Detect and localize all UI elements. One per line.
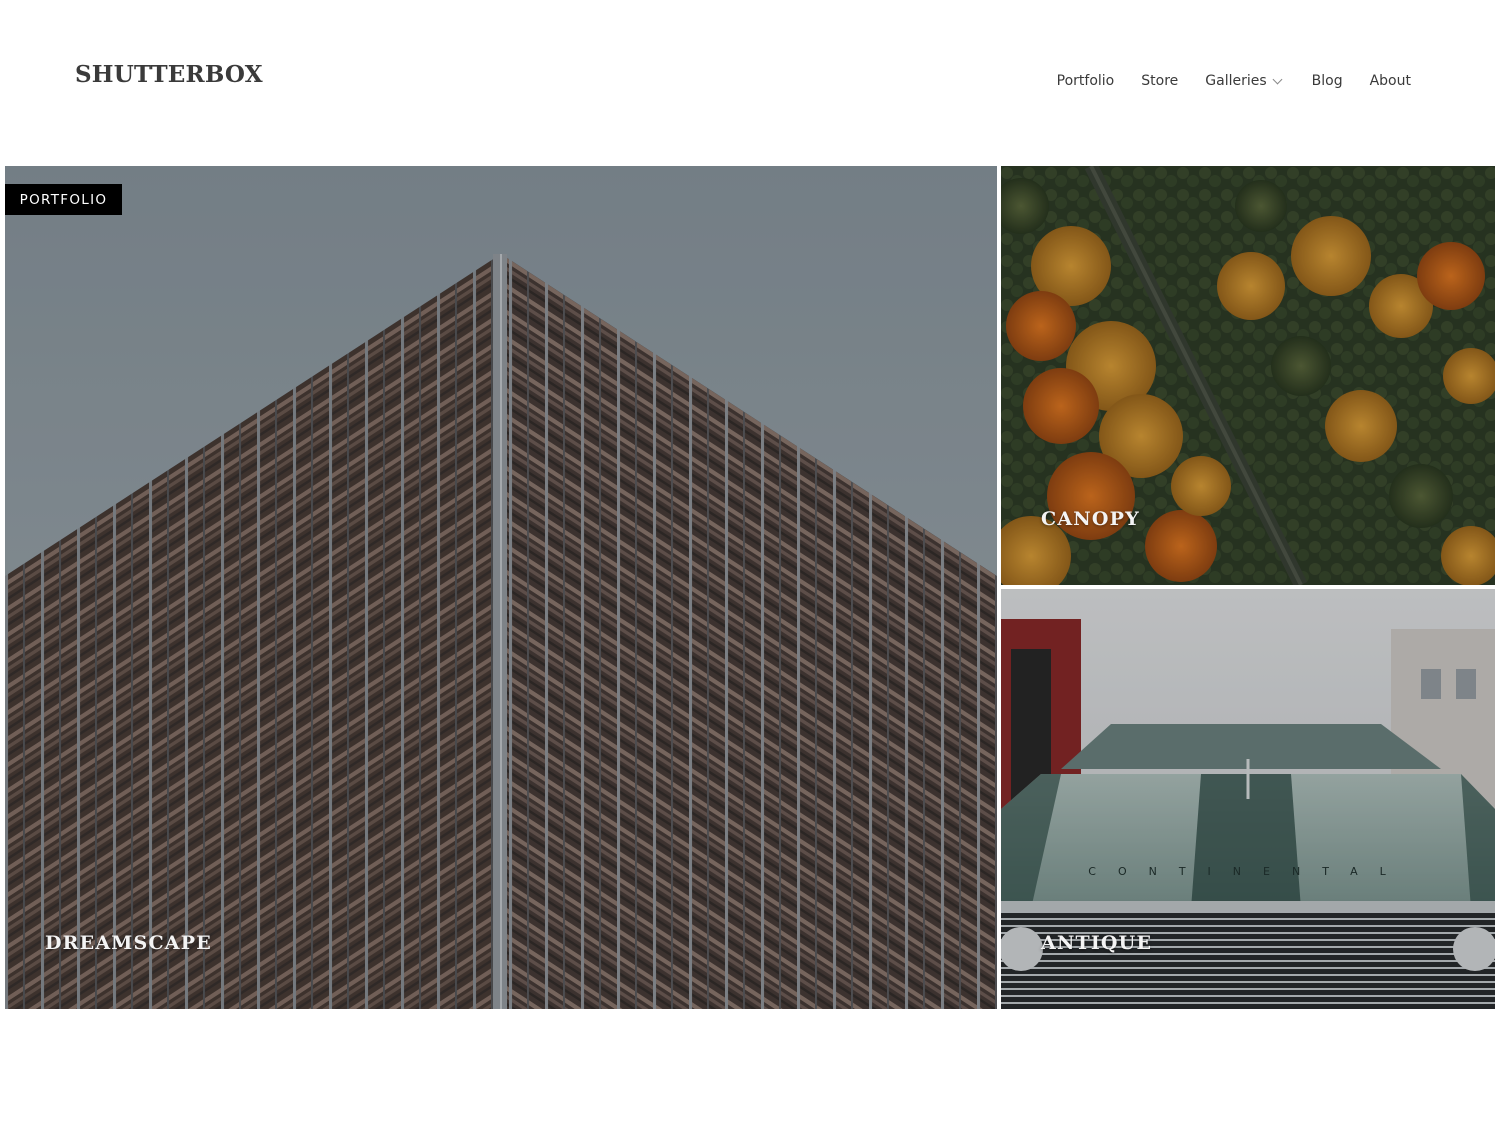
nav-item-label: About [1369,73,1411,89]
tile-title[interactable]: ANTIQUE [1041,932,1152,954]
category-badge[interactable]: PORTFOLIO [5,184,122,215]
nav-item-blog[interactable]: Blog [1312,70,1343,92]
gallery-tile-canopy[interactable]: CANOPY [1001,166,1495,585]
site-logo[interactable]: SHUTTERBOX [75,60,263,90]
nav-item-galleries[interactable]: Galleries [1205,70,1283,92]
tile-overlay [5,166,997,1009]
nav-item-label: Galleries [1205,73,1267,89]
tile-title[interactable]: CANOPY [1041,508,1140,530]
chevron-down-icon[interactable] [1272,74,1283,84]
nav-item-portfolio[interactable]: Portfolio [1057,70,1115,92]
nav-item-store[interactable]: Store [1141,70,1178,92]
site-header: SHUTTERBOX Portfolio Store Galleries Blo… [0,0,1500,166]
tile-title[interactable]: DREAMSCAPE [45,932,212,954]
nav-item-label: Blog [1311,73,1343,89]
gallery-tile-antique[interactable]: CONTINENTAL ANTIQUE [1001,589,1495,1009]
main-nav: Portfolio Store Galleries Blog About [1057,70,1411,92]
nav-item-label: Portfolio [1056,73,1115,89]
nav-item-label: Store [1141,73,1179,89]
nav-item-about[interactable]: About [1370,70,1411,92]
gallery-tile-dreamscape[interactable]: DREAMSCAPE [5,166,997,1009]
